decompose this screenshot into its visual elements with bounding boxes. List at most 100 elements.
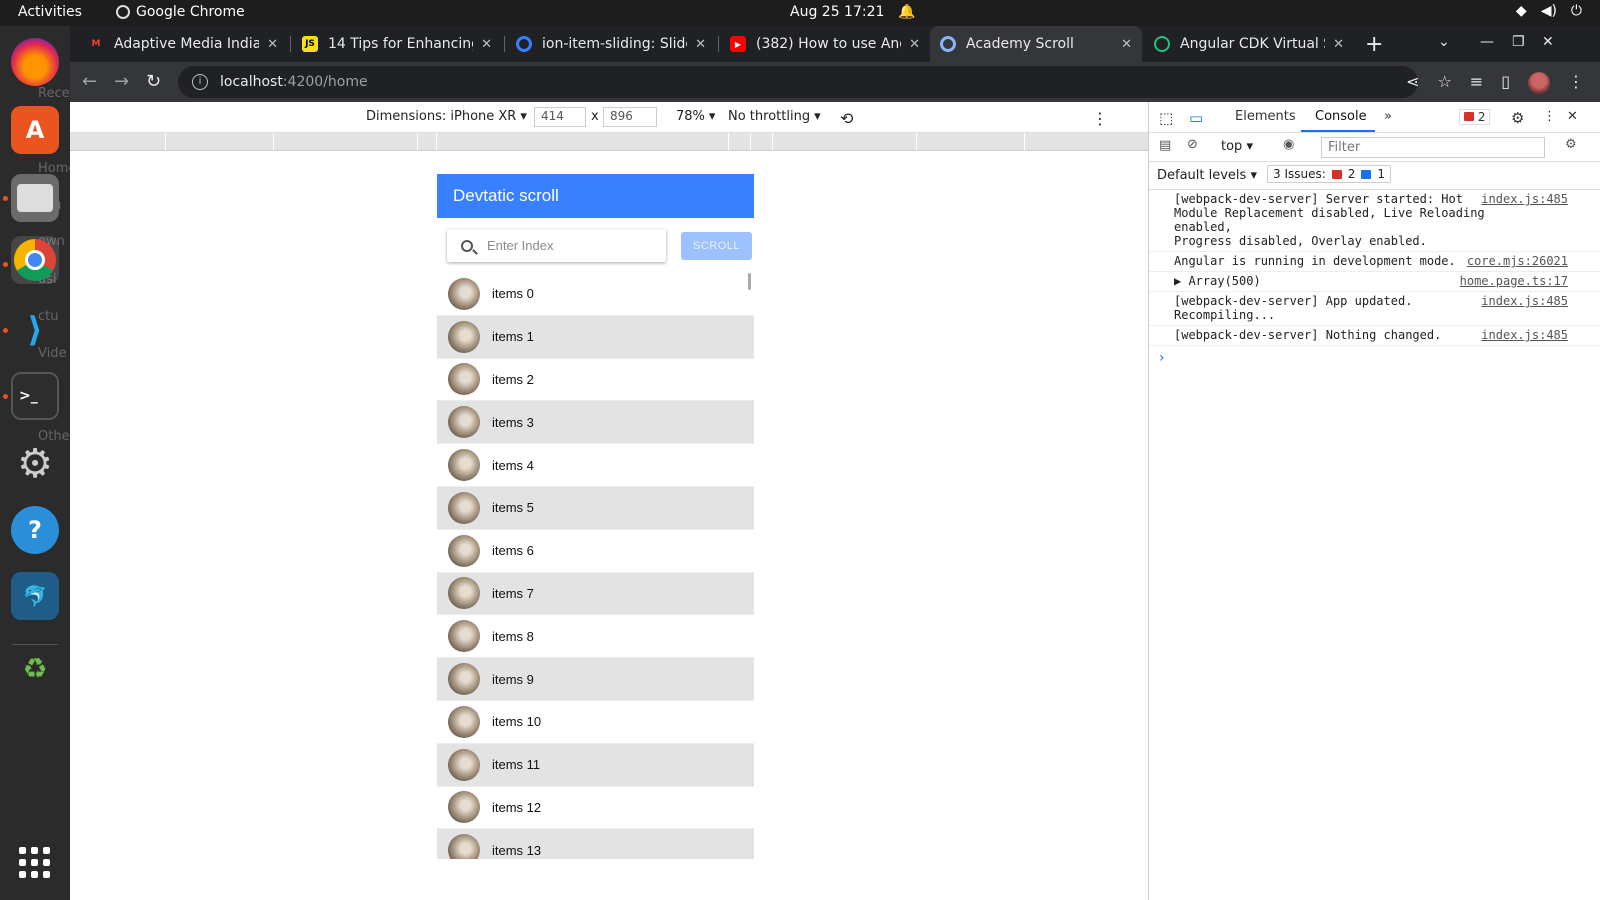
list-item[interactable]: items 2 (437, 359, 754, 402)
system-tray[interactable]: ◆ ◀) ⏻ (1516, 3, 1582, 19)
tab[interactable]: M Adaptive Media India M ✕ (78, 26, 288, 62)
width-input[interactable]: 414 (534, 107, 586, 127)
app-menu[interactable]: Google Chrome (116, 4, 245, 20)
console-source-link[interactable]: home.page.ts:17 (1460, 274, 1568, 288)
reading-list-icon[interactable]: ≡ (1470, 72, 1483, 94)
tab-search-icon[interactable]: ⌄ (1438, 34, 1450, 50)
media-query-ruler[interactable] (70, 133, 1148, 151)
settings-icon[interactable]: ⚙ (11, 440, 59, 488)
error-counter[interactable]: 2 (1459, 109, 1491, 125)
tab[interactable]: Angular CDK Virtual Sc ✕ (1144, 26, 1354, 62)
list-item[interactable]: items 13 (437, 829, 754, 859)
close-icon[interactable]: ✕ (909, 37, 920, 52)
virtual-scroll-list[interactable]: items 0 items 1 items 2 items 3 items 4 items… (437, 273, 754, 859)
trash-icon[interactable]: ♻ (11, 644, 59, 692)
mysql-workbench-icon[interactable]: 🐬 (11, 572, 59, 620)
back-icon[interactable]: ← (82, 71, 97, 92)
sidebar-toggle-icon[interactable]: ▤ (1159, 138, 1171, 153)
profile-avatar[interactable] (1528, 72, 1550, 94)
tab-elements[interactable]: Elements (1235, 109, 1296, 124)
restore-icon[interactable]: ❐ (1512, 34, 1525, 50)
clear-console-icon[interactable]: ⊘ (1187, 137, 1198, 152)
tab-console[interactable]: Console (1315, 109, 1367, 124)
console-source-link[interactable]: index.js:485 (1481, 192, 1568, 206)
inspect-element-icon[interactable]: ⬚ (1159, 109, 1173, 127)
scrollbar-thumb[interactable] (748, 273, 751, 290)
console-message[interactable]: Angular is running in development mode. c… (1149, 252, 1600, 272)
list-item[interactable]: items 10 (437, 701, 754, 744)
side-panel-icon[interactable]: ▯ (1501, 72, 1510, 94)
close-icon[interactable]: ✕ (481, 37, 492, 52)
tab-active[interactable]: Academy Scroll ✕ (930, 26, 1142, 62)
list-item[interactable]: items 9 (437, 658, 754, 701)
firefox-icon[interactable] (11, 38, 59, 86)
new-tab-icon[interactable]: + (1365, 32, 1383, 57)
files-icon[interactable] (11, 174, 59, 222)
bookmark-star-icon[interactable]: ☆ (1437, 72, 1451, 94)
list-item[interactable]: items 5 (437, 486, 754, 530)
list-item[interactable]: items 8 (437, 615, 754, 659)
devtools-close-icon[interactable]: ✕ (1567, 109, 1578, 124)
close-icon[interactable]: ✕ (267, 37, 278, 52)
site-info-icon[interactable]: i (192, 74, 208, 90)
close-icon[interactable]: ✕ (695, 37, 706, 52)
list-item[interactable]: items 6 (437, 530, 754, 573)
console-source-link[interactable]: index.js:485 (1481, 328, 1568, 342)
console-source-link[interactable]: core.mjs:26021 (1467, 254, 1568, 268)
list-item[interactable]: items 4 (437, 444, 754, 487)
rotate-icon[interactable]: ⟲ (840, 109, 853, 128)
dimensions-dropdown[interactable]: Dimensions: iPhone XR ▾ (366, 109, 527, 124)
index-search-input[interactable]: Enter Index (447, 229, 666, 262)
list-item[interactable]: items 3 (437, 401, 754, 445)
issues-button[interactable]: 3 Issues: 2 1 (1267, 165, 1392, 183)
log-levels-dropdown[interactable]: Default levels ▾ (1157, 168, 1257, 183)
list-item[interactable]: items 11 (437, 743, 754, 787)
list-item[interactable]: items 0 (437, 273, 754, 316)
devtools-menu-icon[interactable]: ⋮ (1543, 109, 1556, 124)
address-bar[interactable]: i localhost:4200/home (178, 66, 1418, 98)
tab[interactable]: ▶ (382) How to use Angu ✕ (720, 26, 930, 62)
clock[interactable]: Aug 25 17:21 (790, 4, 884, 20)
scroll-button[interactable]: SCROLL (681, 231, 752, 260)
more-tabs-icon[interactable]: » (1384, 109, 1392, 124)
console-message[interactable]: [webpack-dev-server] Server started: Hot… (1149, 190, 1600, 252)
console-settings-icon[interactable]: ⚙ (1565, 137, 1577, 152)
wifi-icon: ◆ (1515, 3, 1527, 19)
device-toggle-icon[interactable]: ▭ (1189, 109, 1203, 127)
vscode-icon[interactable]: ⟩ (11, 306, 59, 354)
terminal-icon[interactable]: >_ (11, 372, 59, 420)
window-close-icon[interactable]: ✕ (1542, 34, 1554, 50)
chrome-menu-icon[interactable]: ⋮ (1568, 72, 1584, 94)
console-message[interactable]: ▶ Array(500) home.page.ts:17 (1149, 272, 1600, 292)
show-apps-icon[interactable] (19, 847, 51, 879)
list-item[interactable]: items 1 (437, 315, 754, 359)
throttling-dropdown[interactable]: No throttling ▾ (728, 109, 821, 124)
console-source-link[interactable]: index.js:485 (1481, 294, 1568, 308)
settings-gear-icon[interactable]: ⚙ (1511, 109, 1524, 127)
tab-title: Angular CDK Virtual Sc (1180, 36, 1326, 52)
activities-button[interactable]: Activities (18, 4, 82, 20)
console-message[interactable]: [webpack-dev-server] App updated. Recomp… (1149, 292, 1600, 326)
minimize-icon[interactable]: — (1480, 34, 1494, 50)
chrome-icon[interactable] (11, 236, 59, 284)
console-message[interactable]: [webpack-dev-server] Nothing changed. ind… (1149, 326, 1600, 346)
tab[interactable]: ion-item-sliding: Slide ✕ (506, 26, 716, 62)
bell-icon[interactable]: 🔔 (898, 4, 915, 20)
list-item[interactable]: items 7 (437, 572, 754, 616)
close-icon[interactable]: ✕ (1121, 37, 1132, 52)
share-icon[interactable]: ⋖ (1406, 72, 1419, 94)
ubuntu-software-icon[interactable]: A (11, 106, 59, 154)
close-icon[interactable]: ✕ (1333, 37, 1344, 52)
reload-icon[interactable]: ↻ (146, 71, 161, 92)
height-input[interactable]: 896 (603, 107, 657, 127)
console-filter-input[interactable]: Filter (1321, 137, 1545, 158)
more-options-icon[interactable]: ⋮ (1092, 109, 1108, 128)
list-item[interactable]: items 12 (437, 787, 754, 830)
zoom-dropdown[interactable]: 78% ▾ (676, 109, 715, 124)
context-selector[interactable]: top ▾ (1221, 139, 1253, 154)
tab[interactable]: JS 14 Tips for Enhancing ✕ (292, 26, 502, 62)
forward-icon[interactable]: → (114, 71, 129, 92)
live-expression-eye-icon[interactable]: ◉ (1283, 137, 1294, 152)
console-prompt[interactable]: › (1149, 346, 1600, 370)
help-icon[interactable]: ? (11, 506, 59, 554)
